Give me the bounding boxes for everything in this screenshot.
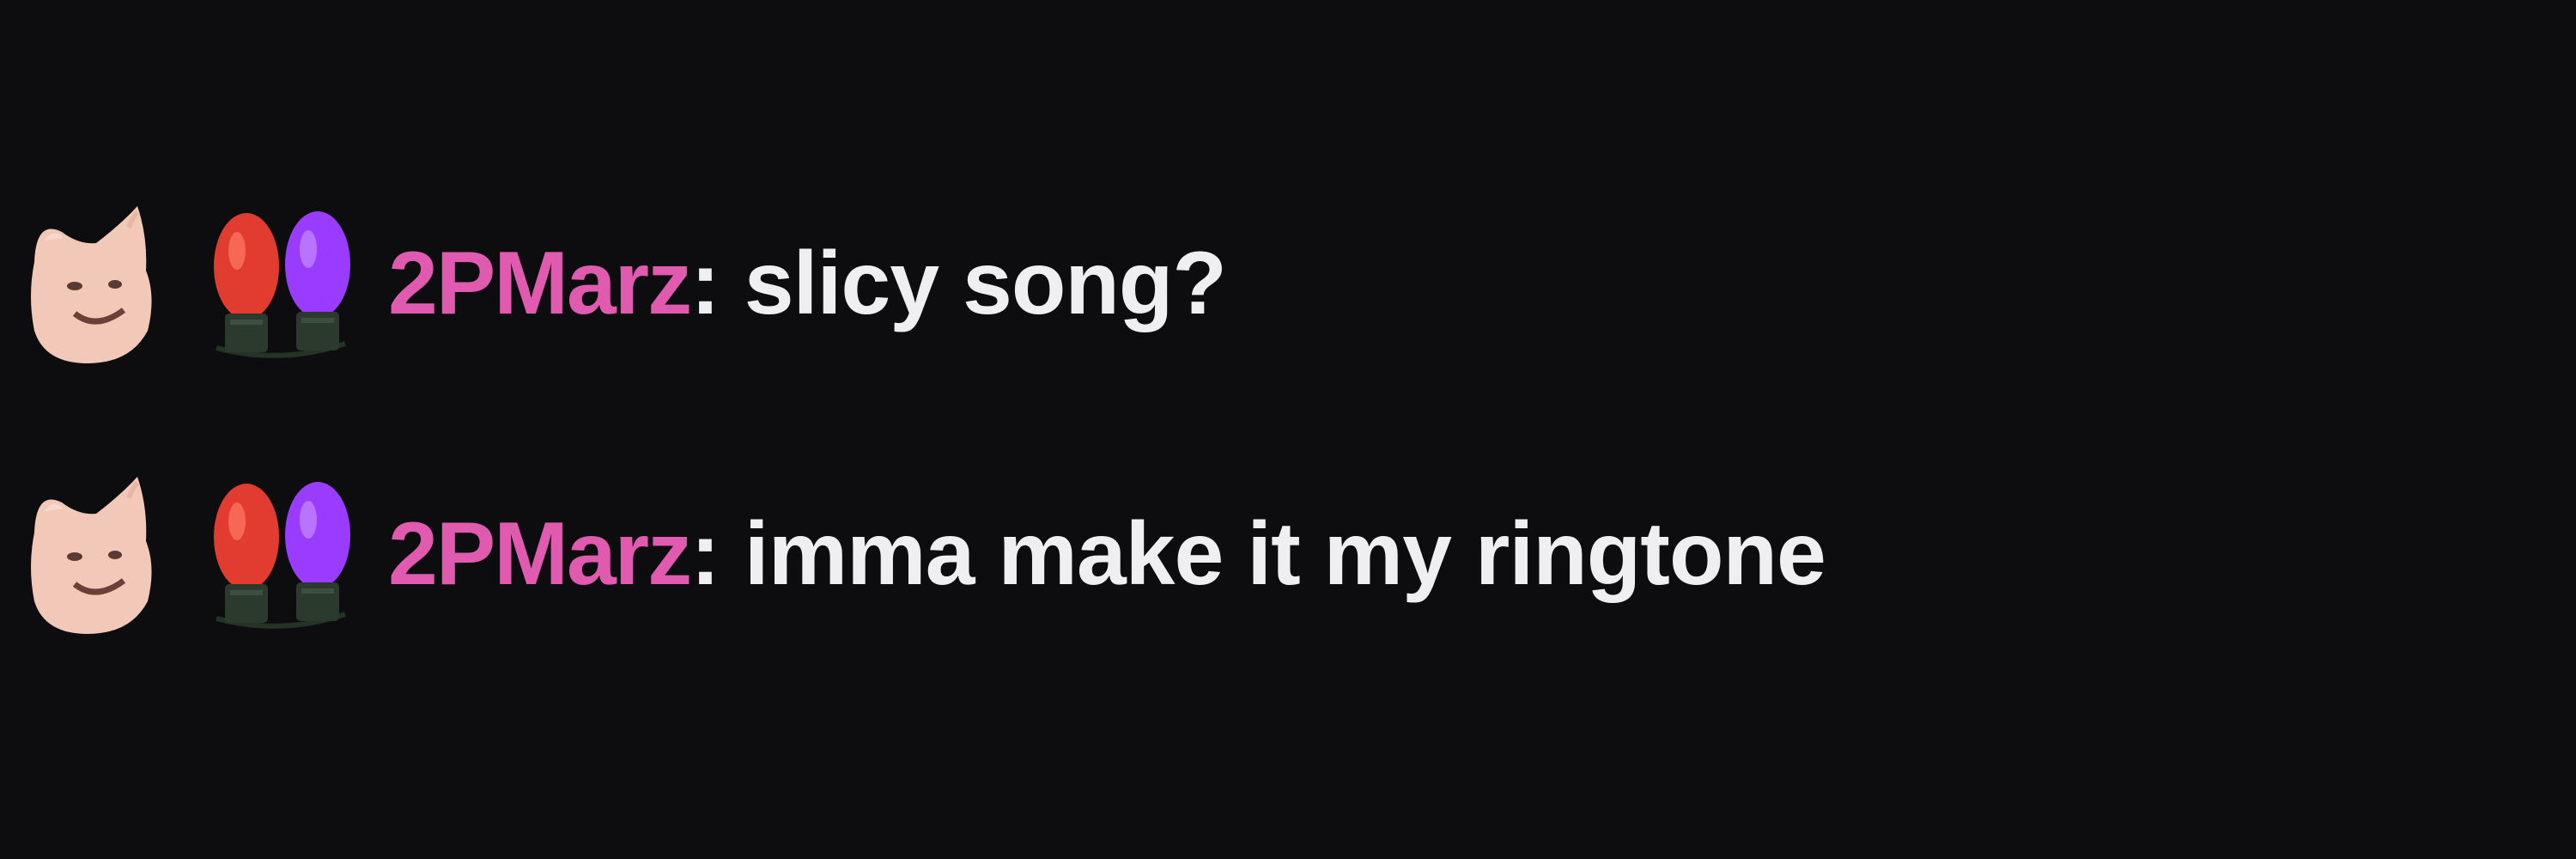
chat-message: 2PMarz : slicy song? — [27, 206, 2518, 363]
cat-emote-badge-icon[interactable] — [27, 202, 156, 365]
chat-feed: 2PMarz : slicy song? 2PMarz : imma make … — [0, 0, 2576, 859]
chat-message-text: slicy song? — [744, 233, 1227, 333]
chat-username[interactable]: 2PMarz — [388, 503, 692, 606]
username-separator: : — [690, 233, 720, 333]
cat-emote-badge-icon[interactable] — [27, 472, 156, 636]
chat-username[interactable]: 2PMarz — [388, 233, 692, 335]
username-separator: : — [690, 503, 720, 604]
christmas-lights-badge-icon[interactable] — [199, 477, 362, 631]
chat-message-text: imma make it my ringtone — [744, 503, 1826, 604]
chat-message: 2PMarz : imma make it my ringtone — [27, 477, 2518, 634]
christmas-lights-badge-icon[interactable] — [199, 206, 362, 361]
